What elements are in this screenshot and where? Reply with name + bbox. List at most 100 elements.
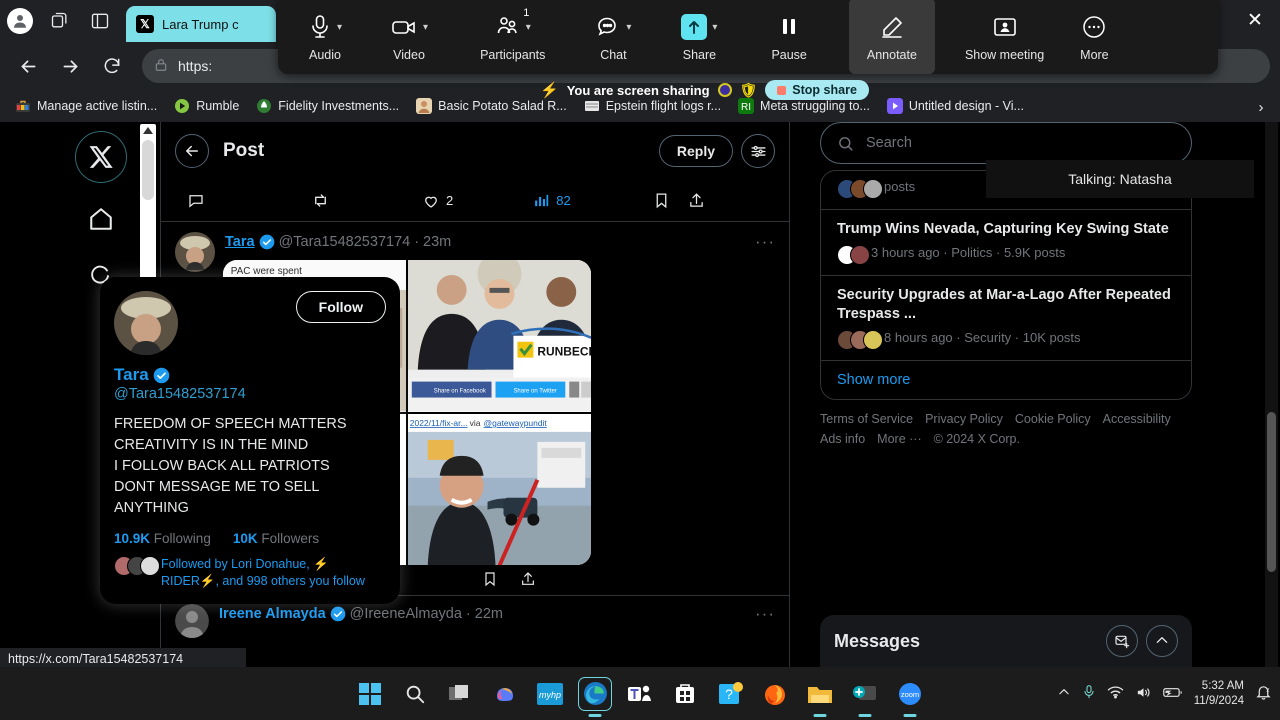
search-button[interactable] bbox=[399, 678, 431, 710]
teams-button[interactable] bbox=[624, 678, 656, 710]
reply-author-name[interactable]: Ireene Almayda bbox=[219, 606, 326, 622]
microsoft-store-button[interactable] bbox=[669, 678, 701, 710]
scrollbar-thumb[interactable] bbox=[1267, 412, 1276, 572]
footer-link-cookie[interactable]: Cookie Policy bbox=[1015, 412, 1091, 426]
firefox-button[interactable] bbox=[759, 678, 791, 710]
zoom-more-button[interactable]: More bbox=[1074, 0, 1114, 74]
footer-link-accessibility[interactable]: Accessibility bbox=[1103, 412, 1171, 426]
bookmark-button[interactable] bbox=[482, 571, 498, 587]
chevron-down-icon[interactable]: ▾ bbox=[712, 22, 717, 33]
views-action[interactable]: 82 bbox=[533, 192, 571, 209]
tweet-author-name[interactable]: Tara bbox=[225, 234, 255, 250]
avatar[interactable] bbox=[175, 604, 209, 638]
messages-bar[interactable]: Messages bbox=[820, 615, 1192, 667]
microphone-icon bbox=[312, 15, 328, 38]
chevron-down-icon[interactable]: ▾ bbox=[337, 22, 342, 33]
task-view-button[interactable] bbox=[444, 678, 476, 710]
media-image-4[interactable]: 2022/11/fix-ar... via @gatewaypundit bbox=[408, 413, 591, 565]
site-info-icon[interactable] bbox=[154, 58, 168, 75]
tweet-more-button[interactable]: ··· bbox=[755, 232, 775, 252]
scroll-up-arrow-icon[interactable] bbox=[143, 127, 153, 134]
zoom-show-meeting-button[interactable]: Show meeting bbox=[959, 0, 1050, 74]
file-explorer-button[interactable] bbox=[804, 678, 836, 717]
window-close-button[interactable]: ✕ bbox=[1240, 6, 1270, 34]
like-action[interactable]: 2 bbox=[422, 192, 453, 210]
profile-button[interactable] bbox=[0, 1, 40, 41]
avatar[interactable] bbox=[114, 291, 178, 355]
trend-item[interactable]: Trump Wins Nevada, Capturing Key Swing S… bbox=[821, 210, 1191, 276]
browser-tab[interactable]: 𝕏 Lara Trump c bbox=[126, 6, 276, 42]
verified-badge-icon bbox=[153, 367, 169, 383]
wifi-icon[interactable] bbox=[1107, 685, 1124, 702]
footer-link-ads[interactable]: Ads info bbox=[820, 432, 865, 446]
split-screen-icon[interactable] bbox=[80, 1, 120, 41]
repost-action[interactable] bbox=[311, 191, 330, 210]
avatar[interactable] bbox=[175, 232, 215, 272]
chevron-up-icon[interactable] bbox=[1146, 625, 1178, 657]
media-image-2[interactable]: RUNBECK Share on Facebook Share on Twitt… bbox=[408, 260, 591, 412]
speaker-icon[interactable] bbox=[1135, 685, 1152, 703]
hover-card-stats: 10.9K Following 10K Followers bbox=[114, 531, 386, 546]
followers-stat[interactable]: 10K Followers bbox=[233, 531, 319, 546]
reload-button[interactable] bbox=[94, 48, 130, 84]
security-shield-icon[interactable]: 🛡 bbox=[740, 82, 758, 99]
start-button[interactable] bbox=[354, 678, 386, 710]
trends-panel: posts Trump Wins Nevada, Capturing Key S… bbox=[820, 170, 1192, 400]
zoom-annotate-button[interactable]: Annotate bbox=[848, 0, 935, 74]
zoom-participants-button[interactable]: 1 ▾ Participants bbox=[474, 0, 551, 74]
back-arrow-icon[interactable] bbox=[175, 134, 209, 168]
zoom-share-button[interactable]: ▾ Share bbox=[675, 0, 723, 74]
myhp-button[interactable]: myhp bbox=[534, 678, 566, 710]
share-button[interactable] bbox=[520, 571, 536, 587]
bookmarks-overflow-button[interactable]: › bbox=[1250, 96, 1272, 118]
followed-by-row[interactable]: Followed by Lori Donahue, ⚡ RIDER⚡, and … bbox=[114, 556, 386, 590]
taskbar-clock[interactable]: 5:32 AM 11/9/2024 bbox=[1194, 679, 1244, 708]
footer-link-more[interactable]: More ··· bbox=[877, 432, 921, 446]
zoom-video-button[interactable]: ▾ Video bbox=[384, 0, 434, 74]
following-stat[interactable]: 10.9K Following bbox=[114, 531, 211, 546]
show-hidden-icons-button[interactable] bbox=[1057, 685, 1071, 702]
search-input[interactable]: Search bbox=[820, 122, 1192, 164]
sidebar-item-home[interactable] bbox=[81, 199, 121, 239]
bookmark-item[interactable]: Fidelity Investments... bbox=[249, 95, 406, 117]
share-action[interactable] bbox=[688, 192, 705, 209]
reply-more-button[interactable]: ··· bbox=[755, 604, 775, 624]
battery-icon[interactable] bbox=[1162, 686, 1183, 702]
bookmark-item[interactable]: Rumble bbox=[167, 95, 246, 117]
snipping-tool-button[interactable] bbox=[849, 678, 881, 717]
trend-item[interactable]: Security Upgrades at Mar-a-Lago After Re… bbox=[821, 276, 1191, 361]
zoom-pause-button[interactable]: Pause bbox=[765, 0, 812, 74]
zoom-audio-button[interactable]: ▾ Audio bbox=[302, 0, 348, 74]
follow-button[interactable]: Follow bbox=[295, 291, 386, 323]
footer-link-terms[interactable]: Terms of Service bbox=[820, 412, 913, 426]
hover-card-handle: @Tara15482537174 bbox=[114, 386, 246, 402]
zoom-chat-button[interactable]: ▾ Chat bbox=[589, 0, 637, 74]
tab-groups-icon[interactable] bbox=[40, 1, 80, 41]
chevron-down-icon[interactable]: ▾ bbox=[526, 22, 531, 33]
bookmark-item[interactable]: Manage active listin... bbox=[8, 95, 164, 117]
svg-text:zoom: zoom bbox=[901, 690, 919, 699]
help-button[interactable]: ? bbox=[714, 678, 746, 710]
zoom-button[interactable]: zoom bbox=[894, 678, 926, 717]
reply-button[interactable]: Reply bbox=[658, 135, 733, 167]
reply-action[interactable] bbox=[187, 192, 211, 210]
zoom-item-label: Annotate bbox=[866, 48, 917, 62]
forward-button[interactable] bbox=[52, 48, 88, 84]
chevron-down-icon[interactable]: ▾ bbox=[626, 22, 631, 33]
footer-link-privacy[interactable]: Privacy Policy bbox=[925, 412, 1003, 426]
x-logo-icon[interactable] bbox=[75, 131, 127, 183]
microphone-tray-icon[interactable] bbox=[1082, 684, 1096, 703]
new-message-icon[interactable] bbox=[1106, 625, 1138, 657]
scrollbar-thumb[interactable] bbox=[142, 140, 154, 200]
recording-indicator-icon[interactable] bbox=[717, 83, 732, 97]
show-more-link[interactable]: Show more bbox=[821, 361, 1191, 399]
sliders-icon[interactable] bbox=[741, 134, 775, 168]
bookmark-action[interactable] bbox=[653, 192, 670, 209]
edge-button[interactable] bbox=[579, 678, 611, 717]
notification-bell-icon[interactable]: z bbox=[1255, 684, 1272, 704]
chevron-down-icon[interactable]: ▾ bbox=[423, 22, 428, 33]
stop-share-button[interactable]: Stop share bbox=[765, 80, 869, 100]
back-button[interactable] bbox=[10, 48, 46, 84]
copilot-button[interactable] bbox=[489, 678, 521, 710]
page-scrollbar[interactable] bbox=[1265, 122, 1278, 667]
